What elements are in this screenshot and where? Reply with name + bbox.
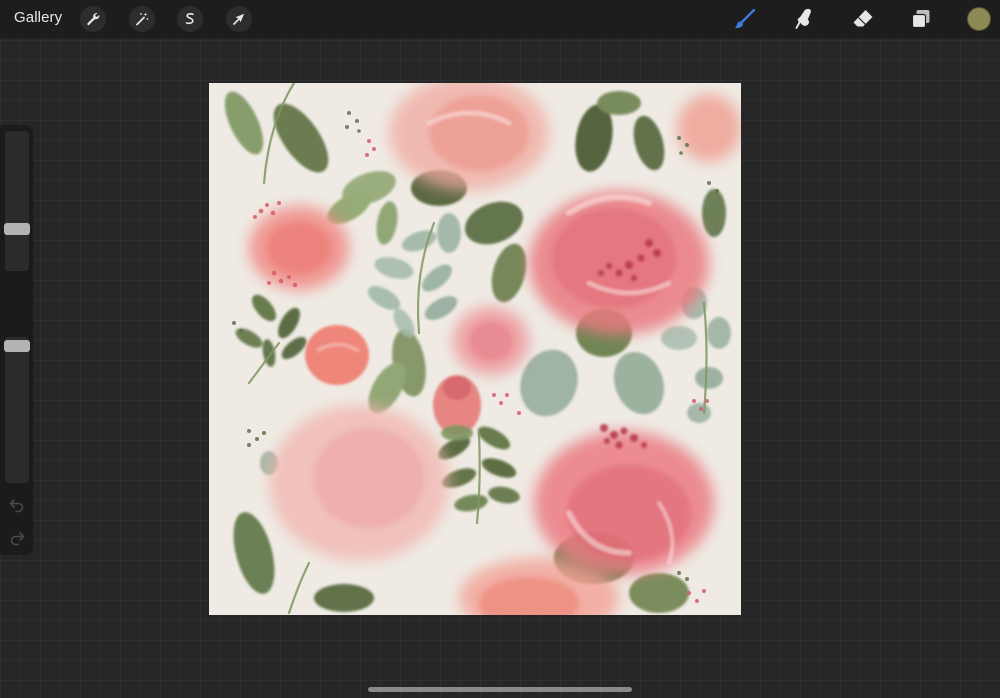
selection-s-icon [185, 13, 194, 25]
brush-size-slider[interactable] [5, 131, 29, 271]
brush-opacity-thumb[interactable] [4, 339, 30, 352]
watercolor-floral-artwork [209, 83, 741, 615]
undo-button[interactable] [8, 497, 26, 513]
brush-size-thumb[interactable] [4, 223, 30, 236]
cursor-arrow-icon [233, 13, 245, 25]
adjustments-button[interactable] [129, 6, 155, 32]
magic-wand-icon [136, 12, 149, 26]
redo-button[interactable] [8, 530, 26, 546]
paintbrush-icon [734, 8, 756, 29]
drawing-canvas[interactable] [209, 83, 741, 615]
transform-button[interactable] [226, 6, 252, 32]
actions-button[interactable] [80, 6, 106, 32]
layers-button[interactable] [906, 5, 936, 33]
brush-sidebar [0, 125, 33, 555]
brush-opacity-slider[interactable] [5, 337, 29, 483]
undo-arrow-icon [9, 499, 24, 513]
eraser-icon [853, 10, 873, 27]
color-picker-button[interactable] [967, 7, 991, 31]
redo-arrow-icon [10, 532, 25, 546]
wrench-icon [87, 13, 100, 26]
top-toolbar: Gallery [0, 0, 1000, 38]
gallery-button[interactable]: Gallery [14, 9, 62, 26]
brush-tool-button[interactable] [730, 5, 760, 33]
smudge-finger-icon [795, 8, 811, 29]
smudge-tool-button[interactable] [789, 5, 819, 33]
home-indicator [368, 687, 632, 692]
eraser-tool-button[interactable] [848, 5, 878, 33]
layers-icon [911, 10, 930, 29]
selection-button[interactable] [177, 6, 203, 32]
